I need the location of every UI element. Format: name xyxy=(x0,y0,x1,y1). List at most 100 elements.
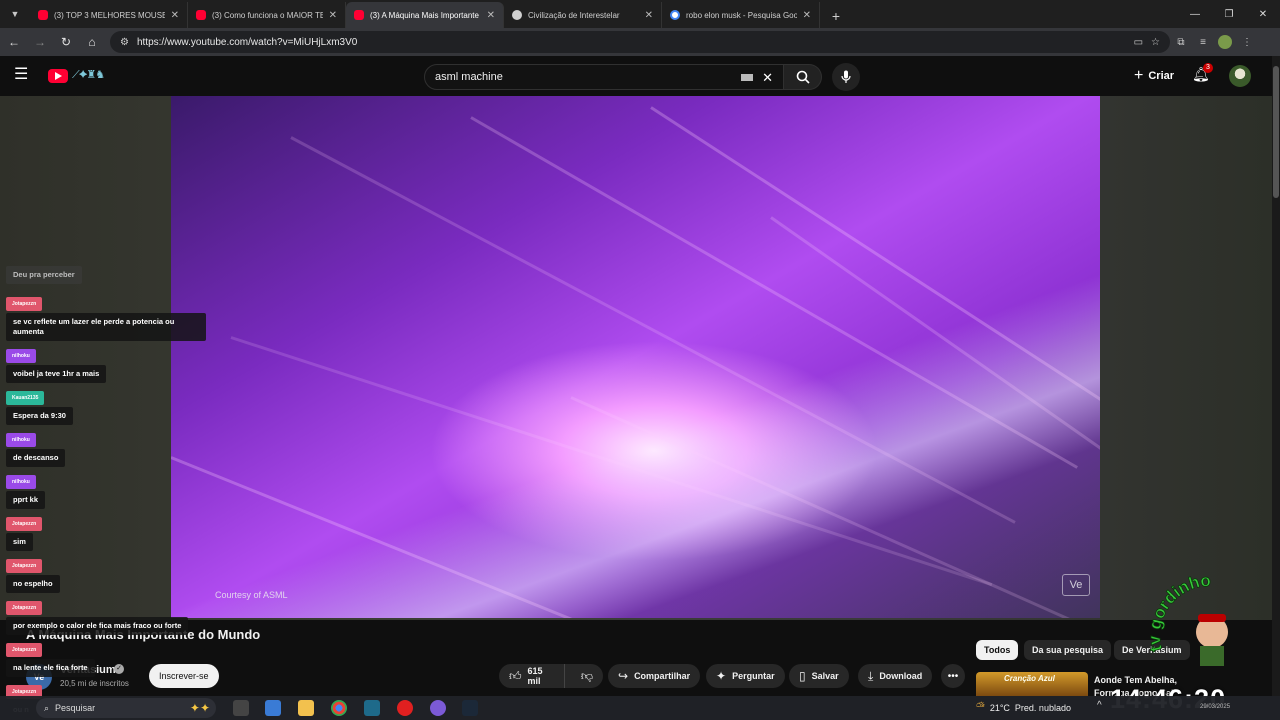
chat-text: voibel ja teve 1hr a mais xyxy=(6,365,107,383)
chatgpt-icon xyxy=(512,10,522,20)
tab-search-button[interactable]: ▼ xyxy=(4,3,26,25)
screen: ▼ (3) TOP 3 MELHORES MOUSES ✕ (3) Como f… xyxy=(0,0,1280,720)
chat-text: sim xyxy=(6,533,33,551)
forward-icon[interactable]: → xyxy=(28,30,52,54)
streamer-brand-logo: tv gordinho xyxy=(1150,570,1228,666)
download-button[interactable]: ⤓ Download xyxy=(858,664,933,688)
chat-message: Jotapezzn na lente ele fica forte xyxy=(6,638,95,677)
tab-title: (3) Como funciona o MAIOR TE xyxy=(212,10,323,20)
windows-taskbar: ⌕ Pesquisar ✦✦ ⛅︎ 21°C Pred. nublado ^ 2… xyxy=(0,696,1280,720)
back-icon[interactable]: ← xyxy=(2,30,26,54)
chrome-icon[interactable] xyxy=(331,700,347,716)
site-info-icon[interactable]: ⚙ xyxy=(120,37,129,48)
chat-text: na lente ele fica forte xyxy=(6,659,95,677)
tab-title: robo elon musk - Pesquisa Goo xyxy=(686,10,797,20)
download-icon: ⤓ xyxy=(868,668,874,683)
search-button[interactable] xyxy=(784,64,822,90)
messenger-icon[interactable] xyxy=(430,700,446,716)
thumbs-down-icon: 👎︎ xyxy=(580,668,593,683)
google-icon xyxy=(670,10,680,20)
keyboard-icon[interactable] xyxy=(741,74,753,81)
minimize-icon[interactable]: — xyxy=(1178,0,1212,28)
cast-icon[interactable]: ▭ xyxy=(1134,37,1143,48)
chat-username: Kauan2135 xyxy=(6,391,45,405)
channel-watermark[interactable]: Ve xyxy=(1062,574,1090,596)
chat-username: nilhoku xyxy=(6,349,36,363)
profile-avatar[interactable] xyxy=(1214,31,1236,53)
chat-username: Jotapezzn xyxy=(6,517,43,531)
recommendation-thumbnail[interactable]: Cranção Azul xyxy=(976,672,1088,696)
chat-text: se vc reflete um lazer ele perde a poten… xyxy=(6,313,206,341)
terminal-icon[interactable] xyxy=(364,700,380,716)
video-courtesy-caption: Courtesy of ASML xyxy=(215,590,288,600)
menu-icon[interactable]: ☰ xyxy=(14,66,34,86)
browser-tab[interactable]: Civilização de Interestelar ✕ xyxy=(504,2,662,28)
reload-icon[interactable]: ↻ xyxy=(54,30,78,54)
chat-text: de descanso xyxy=(6,449,66,467)
taskbar-search[interactable]: ⌕ Pesquisar ✦✦ xyxy=(36,698,216,718)
dislike-button[interactable]: 👎︎ xyxy=(571,669,603,684)
subscribe-button[interactable]: Inscrever-se xyxy=(149,664,219,688)
chip-from-search[interactable]: Da sua pesquisa xyxy=(1024,640,1112,660)
ask-button[interactable]: ✦ Perguntar xyxy=(706,664,785,688)
voice-search-button[interactable] xyxy=(832,63,860,91)
reading-list-icon[interactable]: ≡ xyxy=(1192,31,1214,53)
scrollbar-thumb[interactable] xyxy=(1273,66,1279,198)
youtube-icon xyxy=(354,10,364,20)
close-icon[interactable]: ✕ xyxy=(803,10,811,21)
share-button[interactable]: ↪ Compartilhar xyxy=(608,664,701,688)
weather-widget[interactable]: ⛅︎ 21°C Pred. nublado xyxy=(976,701,1071,714)
share-label: Compartilhar xyxy=(634,671,691,681)
close-icon[interactable]: ✕ xyxy=(487,10,495,21)
extensions-icon[interactable]: ⧉ xyxy=(1170,31,1192,53)
youtube-logo-icon[interactable] xyxy=(48,69,68,83)
browser-tab[interactable]: (3) Como funciona o MAIOR TE ✕ xyxy=(188,2,346,28)
create-button[interactable]: + Criar xyxy=(1126,64,1182,88)
search-icon xyxy=(796,70,810,84)
page-scrollbar[interactable] xyxy=(1272,56,1280,696)
clear-search-icon[interactable]: ✕ xyxy=(762,70,773,86)
browser-tab[interactable]: (3) TOP 3 MELHORES MOUSES ✕ xyxy=(30,2,188,28)
more-actions-icon[interactable]: ••• xyxy=(941,664,965,688)
chat-username: Jotapezzn xyxy=(6,643,43,657)
copilot-sparkle-icon: ✦✦ xyxy=(189,701,210,715)
microphone-icon xyxy=(841,70,851,83)
browser-tab[interactable]: robo elon musk - Pesquisa Goo ✕ xyxy=(662,2,820,28)
restore-icon[interactable]: ❐ xyxy=(1212,0,1246,28)
close-icon[interactable]: ✕ xyxy=(171,10,179,21)
partly-cloudy-icon: ⛅︎ xyxy=(976,701,985,713)
search-input[interactable]: asml machine ✕ xyxy=(424,64,784,90)
address-bar[interactable]: ⚙ https://www.youtube.com/watch?v=MiUHjL… xyxy=(110,31,1170,53)
chat-text: Deu pra perceber xyxy=(6,266,82,284)
close-icon[interactable]: ✕ xyxy=(645,10,653,21)
file-explorer-icon[interactable] xyxy=(298,700,314,716)
bookmark-star-icon[interactable]: ☆ xyxy=(1151,37,1160,48)
youtube-icon xyxy=(196,10,206,20)
browser-tab-active[interactable]: (3) A Máquina Mais Importante ✕ xyxy=(346,2,504,28)
taskbar-search-placeholder: Pesquisar xyxy=(55,703,96,713)
opera-icon[interactable] xyxy=(397,700,413,716)
new-tab-button[interactable]: + xyxy=(824,4,848,28)
share-arrow-icon: ↪ xyxy=(618,669,629,683)
taskbar-date: 29/03/2025 xyxy=(1200,704,1231,710)
browser-menu-icon[interactable]: ⋮ xyxy=(1236,31,1258,53)
like-button[interactable]: 👍︎ 615 mil xyxy=(499,664,565,688)
chat-message: nilhoku voibel ja teve 1hr a mais xyxy=(6,344,107,383)
save-button[interactable]: ▯ Salvar xyxy=(789,664,849,688)
video-player[interactable]: Courtesy of ASML Ve xyxy=(171,96,1100,618)
chat-text: pprt kk xyxy=(6,491,46,509)
weather-condition: Pred. nublado xyxy=(1014,702,1071,713)
home-icon[interactable]: ⌂ xyxy=(80,30,104,54)
chip-all[interactable]: Todos xyxy=(976,640,1019,660)
task-view-icon[interactable] xyxy=(233,700,249,716)
chat-text: no espelho xyxy=(6,575,60,593)
tray-overflow-icon[interactable]: ^ xyxy=(1097,700,1102,711)
steam-icon[interactable] xyxy=(462,700,478,716)
account-avatar[interactable] xyxy=(1229,65,1251,87)
chat-message: Jotapezzn se vc reflete um lazer ele perd… xyxy=(6,292,206,341)
close-icon[interactable]: ✕ xyxy=(329,10,337,21)
chat-username: Jotapezzn xyxy=(6,559,43,573)
store-icon[interactable] xyxy=(265,700,281,716)
close-window-icon[interactable]: ✕ xyxy=(1246,0,1280,28)
logo-doodle-icon[interactable]: ⟋✦♜♞ xyxy=(72,68,105,82)
